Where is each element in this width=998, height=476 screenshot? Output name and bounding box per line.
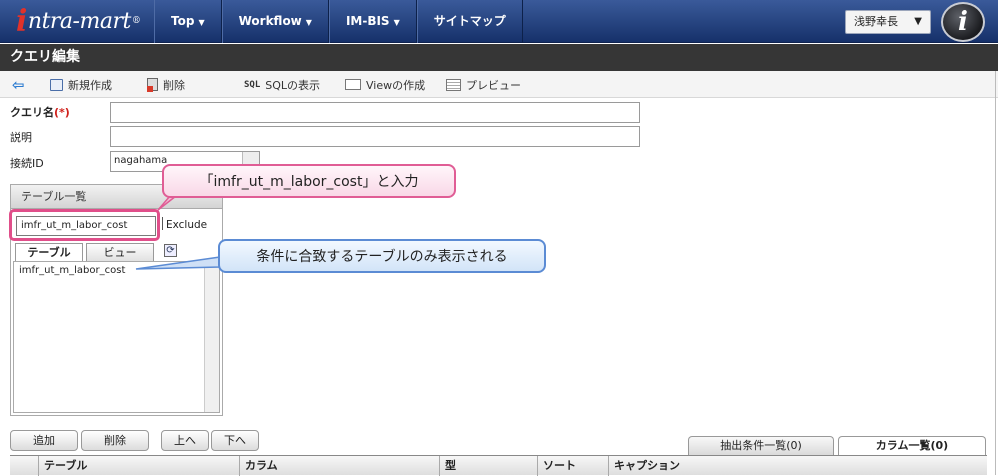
back-arrow-icon: ⇦ [12, 75, 25, 94]
description-input[interactable] [110, 126, 640, 147]
delete-button-label: 削除 [163, 78, 185, 92]
col-header-caption[interactable]: キャプション [608, 456, 680, 476]
nav-im-bis[interactable]: IM-BIS ▼ [328, 0, 417, 43]
description-label: 説明 [10, 131, 32, 144]
checkbox-icon [162, 217, 164, 230]
tab-tables[interactable]: テーブル [15, 243, 83, 261]
global-header: i ntra-mart ® Top ▼ Workflow ▼ IM-BIS ▼ サイトマッ… [0, 0, 998, 43]
new-document-icon [50, 78, 63, 91]
exclude-checkbox[interactable]: Exclude [162, 217, 207, 231]
list-scrollbar[interactable] [204, 262, 219, 412]
query-name-label: クエリ名(*) [10, 104, 70, 120]
user-avatar[interactable]: i [941, 2, 985, 42]
preview-label: プレビュー [466, 78, 521, 92]
create-view-button[interactable]: Viewの作成 [345, 76, 425, 93]
nav-sitemap-label: サイトマップ [433, 14, 506, 28]
user-menu-button[interactable]: 浅野幸長 ▼ [845, 10, 931, 34]
remove-button[interactable]: 削除 [81, 430, 149, 451]
chevron-down-icon: ▼ [914, 16, 922, 27]
user-name: 浅野幸長 [854, 15, 898, 28]
input-hint-callout: 「imfr_ut_m_labor_cost」と入力 [162, 164, 456, 198]
preview-button[interactable]: プレビュー [446, 76, 521, 93]
frame-border [995, 71, 996, 475]
nav-sitemap[interactable]: サイトマップ [416, 0, 523, 43]
nav-top-label: Top [171, 14, 195, 28]
chevron-down-icon: ▼ [198, 18, 205, 27]
toolbar: ⇦ 新規作成 削除 SQL SQLの表示 Viewの作成 プレビュー [0, 71, 998, 98]
nav-workflow[interactable]: Workflow ▼ [221, 0, 329, 43]
tab-conditions[interactable]: 抽出条件一覧(0) [688, 436, 834, 455]
create-view-label: Viewの作成 [366, 78, 426, 92]
list-item[interactable]: imfr_ut_m_labor_cost [19, 265, 125, 276]
move-up-button[interactable]: 上へ [161, 430, 209, 451]
exclude-label: Exclude [166, 219, 208, 231]
back-button[interactable]: ⇦ [12, 75, 30, 94]
column-grid-header: テーブル カラム 型 ソート キャプション [10, 455, 987, 476]
show-sql-label: SQLの表示 [265, 78, 321, 92]
window-icon [345, 79, 361, 90]
col-header-column[interactable]: カラム [239, 456, 278, 476]
connection-id-label: 接続ID [10, 157, 44, 170]
new-button[interactable]: 新規作成 [50, 76, 112, 93]
intra-mart-logo[interactable]: i ntra-mart ® [16, 3, 141, 39]
tab-columns[interactable]: カラム一覧(0) [838, 436, 986, 455]
nav-im-bis-label: IM-BIS [345, 14, 390, 28]
chevron-down-icon: ▼ [305, 18, 312, 27]
move-down-button[interactable]: 下へ [211, 430, 259, 451]
col-header-table[interactable]: テーブル [38, 456, 87, 476]
main-nav: Top ▼ Workflow ▼ IM-BIS ▼ サイトマップ [154, 0, 523, 43]
show-sql-button[interactable]: SQL SQLの表示 [244, 76, 320, 93]
query-name-text: クエリ名 [10, 106, 54, 119]
col-header-sort[interactable]: ソート [537, 456, 576, 476]
preview-icon [446, 78, 461, 91]
logo-registered-mark: ® [131, 16, 141, 26]
chevron-down-icon: ▼ [393, 18, 400, 27]
callout-pointer-blue [135, 256, 221, 270]
col-header-type[interactable]: 型 [439, 456, 456, 476]
result-hint-callout: 条件に合致するテーブルのみ表示される [218, 239, 546, 273]
callout-pointer-pink [157, 196, 178, 211]
required-mark: (*) [54, 106, 70, 119]
page-title: クエリ編集 [0, 44, 998, 71]
sql-icon: SQL [244, 79, 261, 90]
delete-button[interactable]: 削除 [147, 76, 185, 93]
add-button[interactable]: 追加 [10, 430, 78, 451]
connection-id-value: nagahama [114, 155, 168, 166]
logo-i-mark: i [16, 3, 27, 39]
delete-icon [147, 78, 158, 92]
new-button-label: 新規作成 [68, 78, 112, 92]
table-list: imfr_ut_m_labor_cost [13, 261, 220, 413]
query-name-input[interactable] [110, 102, 640, 123]
logo-text: ntra-mart [27, 8, 131, 34]
nav-top[interactable]: Top ▼ [154, 0, 222, 43]
nav-workflow-label: Workflow [238, 14, 302, 28]
